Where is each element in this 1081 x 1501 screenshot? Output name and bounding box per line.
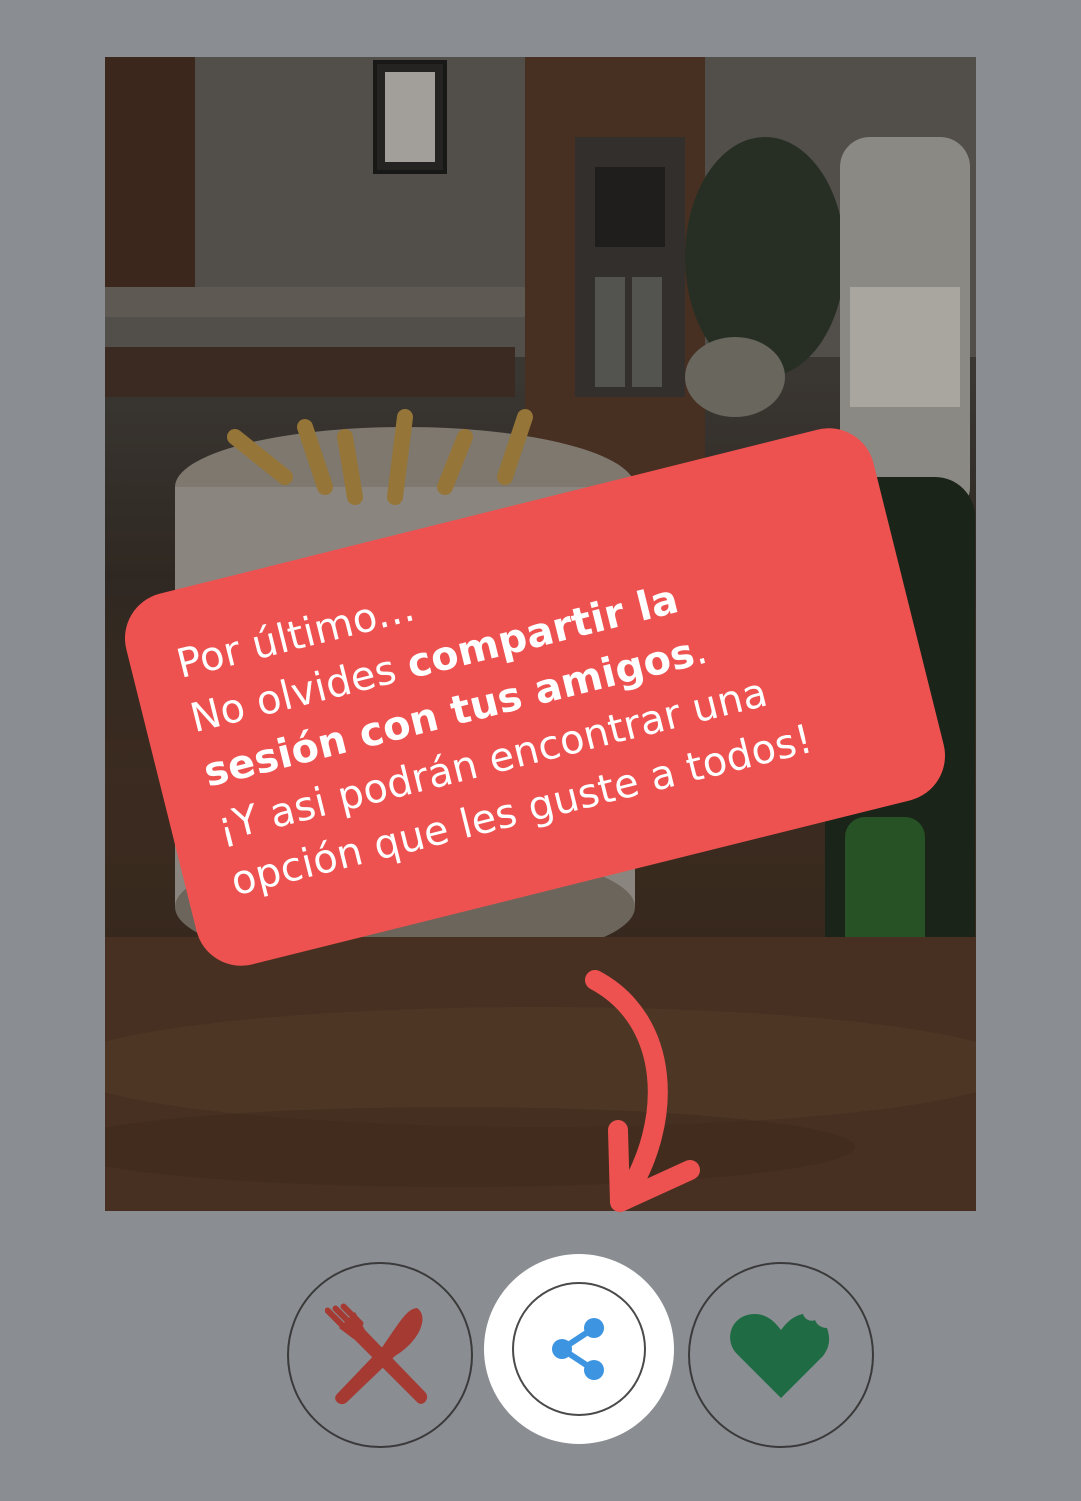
bitten-heart-icon (730, 1314, 830, 1398)
share-button[interactable] (484, 1254, 674, 1444)
curved-arrow-down-icon (585, 970, 700, 1212)
share-icon (552, 1318, 604, 1380)
share-button-ring (512, 1282, 646, 1416)
like-button[interactable] (688, 1262, 874, 1448)
crossed-fork-knife-icon (325, 1303, 428, 1405)
dislike-button[interactable] (287, 1262, 473, 1448)
